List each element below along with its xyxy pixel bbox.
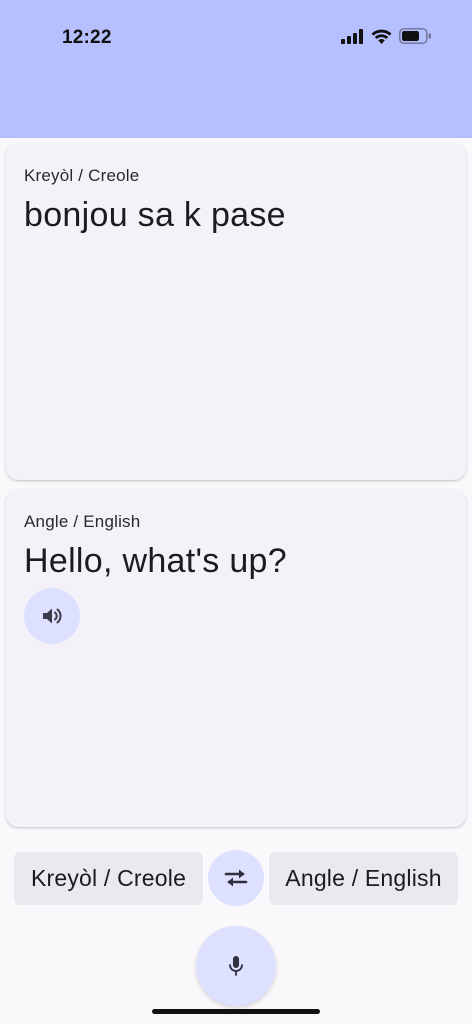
source-card[interactable]: Kreyòl / Creole bonjou sa k pase — [6, 144, 466, 480]
speak-translation-button[interactable] — [24, 588, 80, 644]
cellular-signal-icon — [341, 28, 363, 44]
target-language-button[interactable]: Angle / English — [269, 852, 458, 905]
status-time: 12:22 — [62, 27, 112, 48]
swap-arrows-icon — [224, 869, 248, 887]
swap-languages-button[interactable] — [208, 850, 264, 906]
target-language-label: Angle / English — [24, 512, 141, 531]
battery-icon — [399, 28, 431, 44]
wifi-icon — [371, 29, 392, 44]
translated-text: Hello, what's up? — [24, 542, 287, 580]
microphone-icon — [229, 956, 243, 976]
translation-card: Angle / English Hello, what's up? — [6, 490, 466, 827]
source-language-label: Kreyòl / Creole — [24, 166, 140, 185]
app-bar: 12:22 — [0, 0, 472, 138]
speaker-icon — [43, 608, 62, 624]
home-indicator — [152, 1009, 320, 1014]
source-text[interactable]: bonjou sa k pase — [24, 196, 448, 235]
microphone-button[interactable] — [196, 926, 276, 1006]
source-language-button[interactable]: Kreyòl / Creole — [14, 852, 203, 905]
status-icons — [341, 28, 432, 44]
